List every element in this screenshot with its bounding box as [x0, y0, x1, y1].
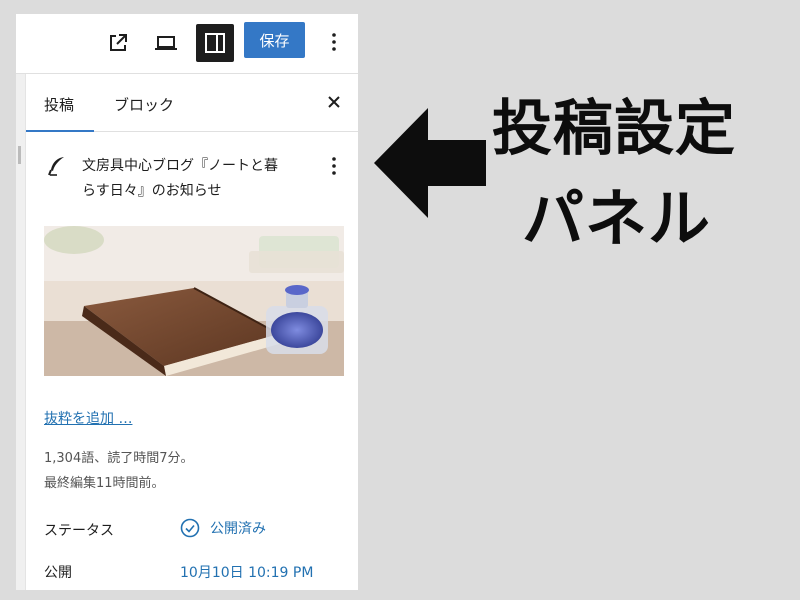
sidebar-toggle-icon[interactable]: [196, 24, 234, 62]
tab-block[interactable]: ブロック: [114, 94, 174, 115]
panel-tabs: 投稿 ブロック: [26, 74, 358, 132]
post-summary: 文房具中心ブログ『ノートと暮 らす日々』のお知らせ: [44, 154, 348, 204]
annotation-title: 投稿設定: [492, 94, 736, 164]
close-icon[interactable]: [322, 90, 346, 114]
editor-edge: [16, 74, 26, 590]
status-text: 公開済み: [210, 521, 266, 537]
last-edited: 最終編集11時間前。: [44, 476, 165, 491]
status-value[interactable]: 公開済み: [180, 518, 266, 538]
external-link-icon[interactable]: [102, 27, 134, 59]
word-count: 1,304語、読了時間7分。: [44, 451, 194, 466]
publish-date[interactable]: 10月10日 10:19 PM: [180, 562, 313, 582]
post-title-line2: らす日々』のお知らせ: [82, 183, 222, 199]
add-excerpt-link[interactable]: 抜粋を追加 …: [44, 408, 132, 428]
save-button[interactable]: 保存: [244, 22, 305, 58]
post-actions-icon[interactable]: [324, 154, 344, 178]
status-label: ステータス: [44, 523, 114, 539]
feather-icon: [48, 156, 66, 176]
panel-content: 文房具中心ブログ『ノートと暮 らす日々』のお知らせ 抜粋を追加 … 1,304語…: [26, 132, 358, 590]
settings-panel: 保存 投稿 ブロック 文房具中心ブログ『ノートと暮 らす日々』のお知らせ 抜粋を…: [16, 14, 358, 590]
check-circle-icon: [180, 518, 200, 538]
post-stats: 1,304語、読了時間7分。 最終編集11時間前。: [44, 446, 194, 496]
arrow-left-icon: [372, 106, 488, 220]
featured-image[interactable]: [44, 226, 344, 376]
editor-toolbar: 保存: [16, 14, 358, 74]
annotation-subtitle: パネル: [522, 182, 712, 255]
laptop-preview-icon[interactable]: [150, 27, 182, 59]
tab-post[interactable]: 投稿: [44, 94, 74, 115]
post-title-line1: 文房具中心ブログ『ノートと暮: [82, 158, 278, 174]
more-vertical-icon[interactable]: [322, 26, 346, 58]
post-title[interactable]: 文房具中心ブログ『ノートと暮 らす日々』のお知らせ: [82, 154, 322, 204]
publish-label: 公開: [44, 565, 72, 581]
